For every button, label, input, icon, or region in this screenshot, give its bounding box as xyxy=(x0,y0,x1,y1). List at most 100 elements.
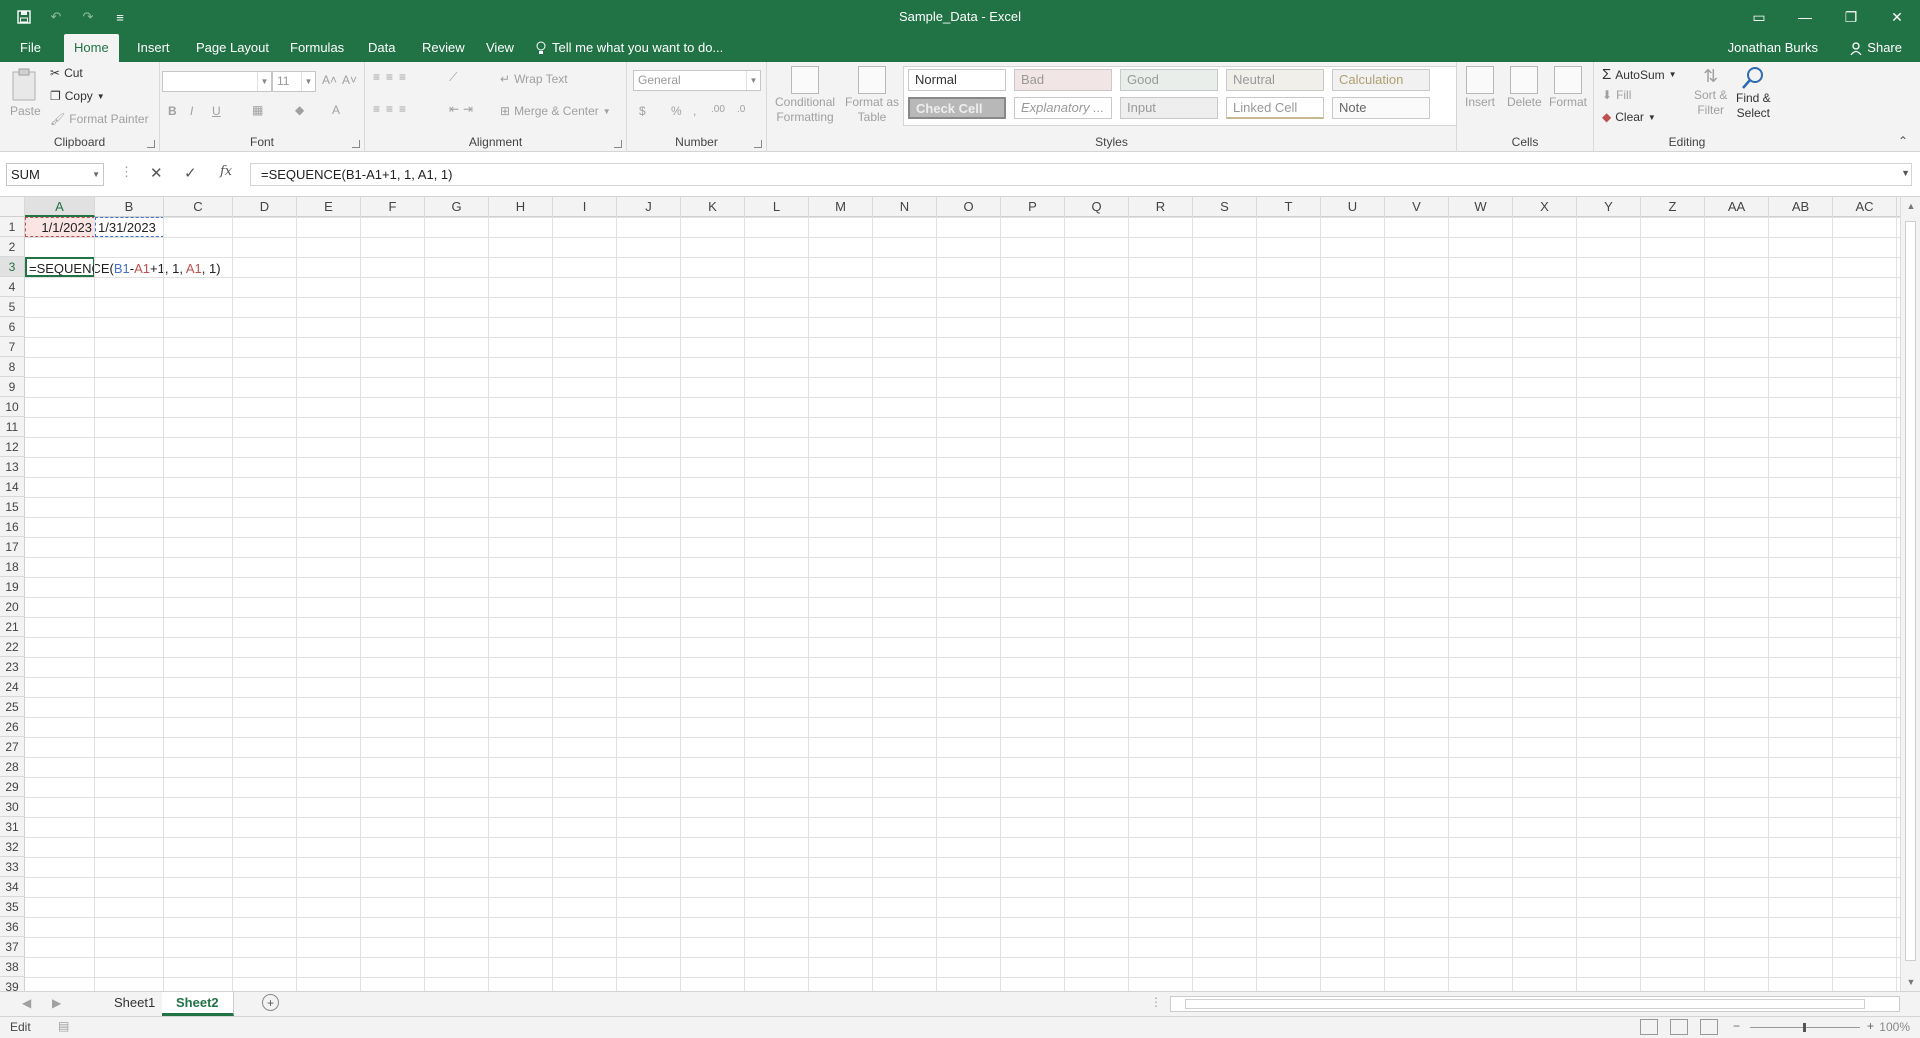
cancel-entry-icon[interactable]: ✕ xyxy=(150,164,163,182)
sort-filter-button[interactable]: ⇅ Sort & Filter xyxy=(1694,66,1727,117)
row-header[interactable]: 34 xyxy=(0,877,25,897)
row-header[interactable]: 5 xyxy=(0,297,25,317)
shrink-font-icon[interactable]: A˅ xyxy=(342,73,357,87)
row-header[interactable]: 12 xyxy=(0,437,25,457)
style-input[interactable]: Input xyxy=(1120,97,1218,119)
column-header[interactable]: S xyxy=(1193,197,1257,217)
column-header[interactable]: I xyxy=(553,197,617,217)
indent-icons[interactable]: ⇤⇥ xyxy=(449,102,477,116)
tab-view[interactable]: View xyxy=(476,34,524,62)
row-header[interactable]: 20 xyxy=(0,597,25,617)
next-sheet-icon[interactable]: ▶ xyxy=(52,996,61,1010)
user-name[interactable]: Jonathan Burks xyxy=(1728,34,1818,62)
macro-record-icon[interactable]: ▤ xyxy=(58,1019,69,1033)
row-header[interactable]: 25 xyxy=(0,697,25,717)
column-header[interactable]: E xyxy=(297,197,361,217)
cell-a3-editing[interactable]: =SEQUENCE(B1-A1+1, 1, A1, 1) xyxy=(25,257,221,277)
style-neutral[interactable]: Neutral xyxy=(1226,69,1324,91)
column-header[interactable]: H xyxy=(489,197,553,217)
row-header[interactable]: 10 xyxy=(0,397,25,417)
column-header[interactable]: AA xyxy=(1705,197,1769,217)
row-header[interactable]: 4 xyxy=(0,277,25,297)
row-header[interactable]: 33 xyxy=(0,857,25,877)
style-check-cell[interactable]: Check Cell xyxy=(908,97,1006,119)
share-button[interactable]: Share xyxy=(1850,34,1902,62)
row-header[interactable]: 1 xyxy=(0,217,25,237)
scroll-down-icon[interactable]: ▼ xyxy=(1901,973,1920,991)
orientation-icon[interactable]: ⟋ xyxy=(449,70,457,85)
column-header[interactable]: O xyxy=(937,197,1001,217)
wrap-text-button[interactable]: ↵ Wrap Text xyxy=(500,72,568,86)
style-good[interactable]: Good xyxy=(1120,69,1218,91)
column-header[interactable]: Z xyxy=(1641,197,1705,217)
row-header[interactable]: 31 xyxy=(0,817,25,837)
copy-button[interactable]: ❐ Copy ▼ xyxy=(50,89,105,103)
alignment-launcher-icon[interactable] xyxy=(614,140,622,148)
horizontal-scrollbar[interactable] xyxy=(1170,996,1900,1012)
row-header[interactable]: 27 xyxy=(0,737,25,757)
sheet-tab-sheet1[interactable]: Sheet1 xyxy=(100,992,171,1016)
format-cells-button[interactable]: Format xyxy=(1549,66,1587,109)
clear-button[interactable]: ◆ Clear ▼ xyxy=(1602,110,1656,124)
horizontal-scroll-thumb[interactable] xyxy=(1185,999,1865,1009)
column-header[interactable]: L xyxy=(745,197,809,217)
row-header[interactable]: 18 xyxy=(0,557,25,577)
number-launcher-icon[interactable] xyxy=(754,140,762,148)
row-header[interactable]: 28 xyxy=(0,757,25,777)
row-header[interactable]: 22 xyxy=(0,637,25,657)
cell-b1[interactable]: 1/31/2023 xyxy=(95,217,164,237)
row-header[interactable]: 15 xyxy=(0,497,25,517)
zoom-level[interactable]: 100% xyxy=(1879,1020,1910,1034)
column-header[interactable]: R xyxy=(1129,197,1193,217)
column-header[interactable]: T xyxy=(1257,197,1321,217)
tab-page-layout[interactable]: Page Layout xyxy=(186,34,279,62)
vertical-scrollbar[interactable]: ▲ ▼ xyxy=(1900,197,1920,991)
paste-button[interactable]: Paste xyxy=(10,68,41,118)
column-header[interactable]: F xyxy=(361,197,425,217)
number-format-combo[interactable]: General ▼ xyxy=(633,70,761,91)
delete-cells-button[interactable]: Delete xyxy=(1507,66,1542,109)
font-launcher-icon[interactable] xyxy=(352,140,360,148)
horizontal-align-icons[interactable]: ≡≡≡ xyxy=(373,102,412,116)
row-header[interactable]: 3 xyxy=(0,257,25,277)
fill-color-icon[interactable]: ◆ xyxy=(295,103,304,117)
tab-data[interactable]: Data xyxy=(358,34,405,62)
autosum-button[interactable]: Σ AutoSum ▼ xyxy=(1602,66,1677,83)
column-header[interactable]: G xyxy=(425,197,489,217)
style-linked-cell[interactable]: Linked Cell xyxy=(1226,97,1324,119)
fill-button[interactable]: ⬇ Fill xyxy=(1602,88,1631,102)
row-header[interactable]: 11 xyxy=(0,417,25,437)
row-header[interactable]: 39 xyxy=(0,977,25,991)
column-header[interactable]: N xyxy=(873,197,937,217)
row-header[interactable]: 6 xyxy=(0,317,25,337)
zoom-slider-knob[interactable] xyxy=(1803,1023,1806,1032)
row-header[interactable]: 30 xyxy=(0,797,25,817)
tab-insert[interactable]: Insert xyxy=(127,34,180,62)
borders-icon[interactable]: ▦ xyxy=(252,103,263,117)
tab-formulas[interactable]: Formulas xyxy=(280,34,354,62)
enter-entry-icon[interactable]: ✓ xyxy=(184,164,197,182)
page-layout-view-icon[interactable] xyxy=(1670,1019,1688,1035)
font-name-combo[interactable]: ▼ xyxy=(162,71,272,92)
restore-icon[interactable]: ❐ xyxy=(1828,0,1874,34)
row-header[interactable]: 8 xyxy=(0,357,25,377)
spreadsheet-grid[interactable]: A B C D E F G H I J K L M N O P Q R S T U V W X Y Z AA AB AC 1234567… xyxy=(0,197,1920,991)
row-header[interactable]: 26 xyxy=(0,717,25,737)
row-header[interactable]: 36 xyxy=(0,917,25,937)
row-header[interactable]: 32 xyxy=(0,837,25,857)
column-header[interactable]: AB xyxy=(1769,197,1833,217)
row-header[interactable]: 21 xyxy=(0,617,25,637)
minimize-icon[interactable]: — xyxy=(1782,0,1828,34)
row-header[interactable]: 16 xyxy=(0,517,25,537)
zoom-out-icon[interactable]: − xyxy=(1733,1019,1740,1033)
formula-input[interactable]: =SEQUENCE(B1-A1+1, 1, A1, 1) xyxy=(250,163,1912,186)
row-header[interactable]: 19 xyxy=(0,577,25,597)
sheet-tab-sheet2[interactable]: Sheet2 xyxy=(162,992,234,1016)
tell-me-box[interactable]: Tell me what you want to do... xyxy=(536,34,723,62)
ribbon-display-options-icon[interactable]: ▭ xyxy=(1736,0,1782,34)
vertical-scroll-thumb[interactable] xyxy=(1905,221,1916,961)
comma-icon[interactable]: , xyxy=(693,104,696,118)
clipboard-launcher-icon[interactable] xyxy=(147,140,155,148)
merge-center-button[interactable]: ⊞ Merge & Center ▼ xyxy=(500,104,611,118)
row-header[interactable]: 13 xyxy=(0,457,25,477)
